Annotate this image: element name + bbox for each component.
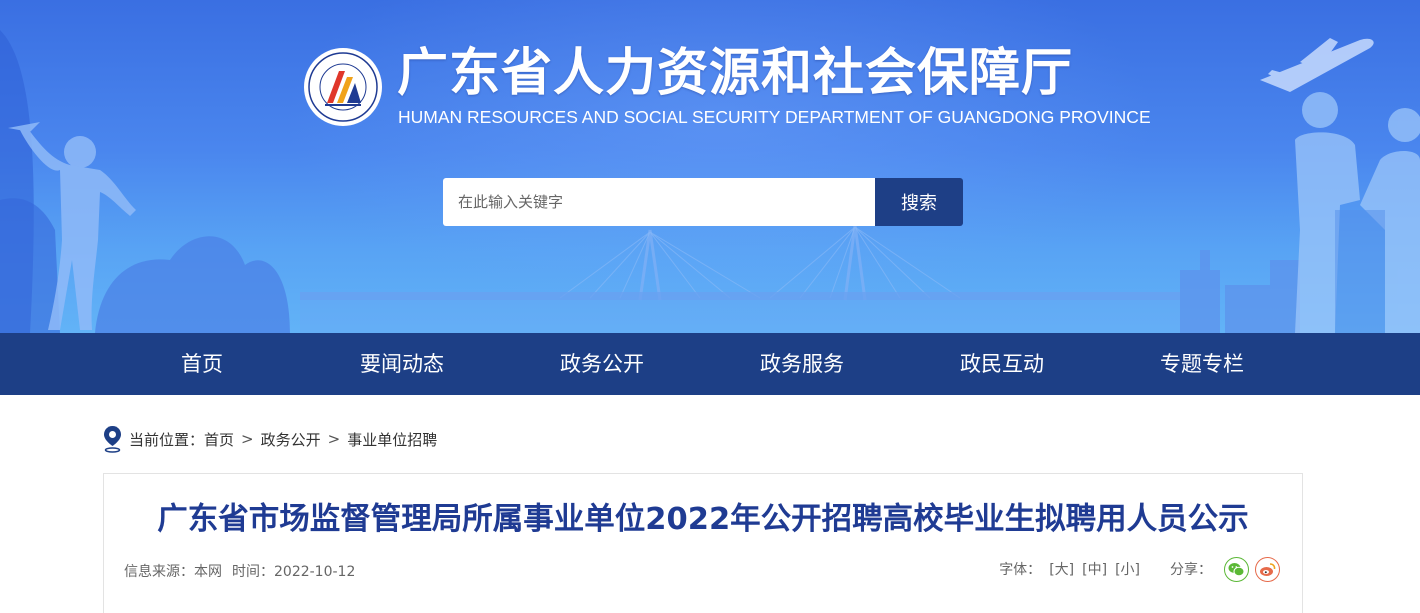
nav-item-home[interactable]: 首页 — [102, 333, 302, 395]
weibo-icon[interactable] — [1255, 556, 1280, 582]
article-panel: 广东省市场监督管理局所属事业单位2022年公开招聘高校毕业生拟聘用人员公示 信息… — [103, 473, 1303, 613]
nav-item-special-topics[interactable]: 专题专栏 — [1102, 333, 1302, 395]
breadcrumb-government-affairs-open[interactable]: 政务公开 — [261, 429, 321, 450]
breadcrumb-home[interactable]: 首页 — [204, 429, 234, 450]
article-meta: 信息来源：本网 时间：2022-10-12 — [124, 561, 355, 581]
font-size-label: 字体： — [999, 562, 1042, 578]
breadcrumb-prefix: 当前位置： — [129, 430, 205, 449]
source-value: 本网 — [194, 564, 222, 580]
header-banner: 广东省人力资源和社会保障厅 HUMAN RESOURCES AND SOCIAL… — [0, 0, 1420, 333]
share-label: 分享： — [1170, 562, 1212, 578]
breadcrumb-separator: > — [241, 430, 254, 448]
font-size-medium-button[interactable]: [中] — [1082, 559, 1107, 579]
site-title: 广东省人力资源和社会保障厅 — [397, 44, 1074, 103]
nav-item-government-services[interactable]: 政务服务 — [702, 333, 902, 395]
article-tools: 字体： [大] [中] [小] 分享： — [999, 556, 1280, 582]
time-label: 时间： — [232, 564, 274, 580]
nav-item-interaction[interactable]: 政民互动 — [902, 333, 1102, 395]
location-pin-icon — [104, 426, 121, 453]
font-size-large-button[interactable]: [大] — [1049, 559, 1074, 579]
article-title: 广东省市场监督管理局所属事业单位2022年公开招聘高校毕业生拟聘用人员公示 — [157, 502, 1249, 537]
source-label: 信息来源： — [124, 564, 194, 580]
search-input[interactable] — [443, 178, 875, 226]
department-seal-logo — [304, 48, 382, 126]
nav-item-news[interactable]: 要闻动态 — [302, 333, 502, 395]
nav-item-government-affairs-open[interactable]: 政务公开 — [502, 333, 702, 395]
main-nav: 首页 要闻动态 政务公开 政务服务 政民互动 专题专栏 — [0, 333, 1420, 395]
search-button[interactable]: 搜索 — [875, 178, 963, 226]
site-subtitle: HUMAN RESOURCES AND SOCIAL SECURITY DEPA… — [398, 107, 1151, 127]
wechat-icon[interactable] — [1224, 556, 1249, 582]
publish-date: 2022-10-12 — [274, 564, 356, 580]
breadcrumb: 当前位置： 首页 > 政务公开 > 事业单位招聘 — [103, 425, 437, 453]
breadcrumb-institution-recruitment[interactable]: 事业单位招聘 — [347, 429, 437, 450]
font-size-small-button[interactable]: [小] — [1115, 559, 1140, 579]
breadcrumb-separator: > — [327, 430, 341, 448]
